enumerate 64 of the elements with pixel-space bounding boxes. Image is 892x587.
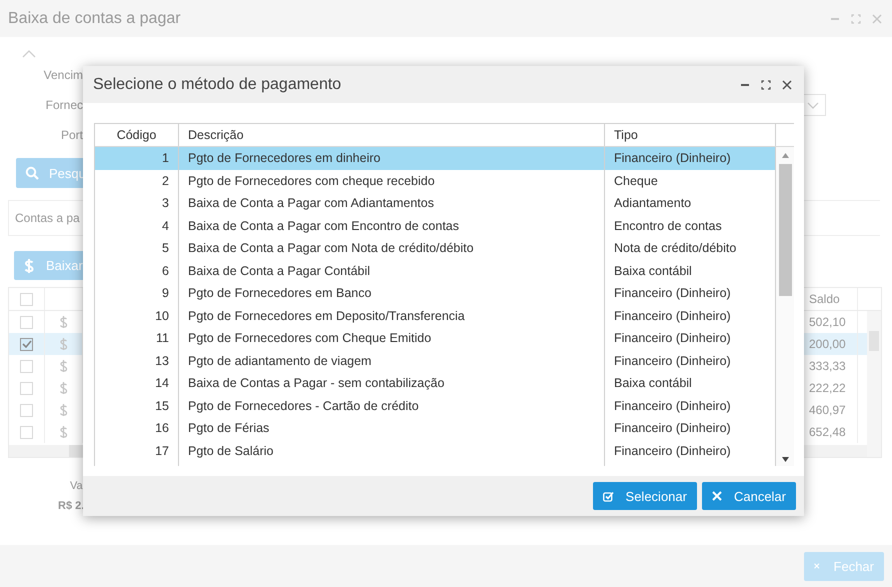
table-cell[interactable]: Pgto de Fornecedores com cheque recebido: [179, 170, 605, 192]
table-cell[interactable]: Pgto de Fornecedores - Cartão de crédito: [179, 394, 605, 417]
table-cell[interactable]: 17: [95, 440, 179, 462]
table-cell[interactable]: Baixa de Conta a Pagar Contábil: [179, 260, 605, 282]
table-cell[interactable]: Pgto de Fornecedores em Deposito/Transferencia: [179, 304, 605, 327]
field-label: Fornec: [44, 98, 83, 112]
table-cell[interactable]: 4: [95, 214, 179, 237]
total-label: Va: [69, 480, 84, 492]
field-label: Port: [60, 128, 83, 142]
field-label: Vencim: [42, 68, 83, 82]
table-cell[interactable]: Pgto de Salário: [179, 440, 605, 462]
dollar-icon: [59, 403, 68, 417]
search-icon: [25, 166, 39, 180]
caret-up-icon[interactable]: [22, 50, 36, 58]
table-cell[interactable]: 5: [95, 237, 179, 260]
column-header: Saldo: [808, 291, 841, 308]
dollar-icon: [59, 381, 68, 395]
table-cell[interactable]: 11: [95, 327, 179, 350]
table-cell[interactable]: Pgto de adiantamento de viagem: [179, 350, 605, 372]
table-cell[interactable]: Pgto de Fornecedores em Banco: [179, 282, 605, 304]
close-icon: [712, 491, 722, 501]
checkbox[interactable]: [20, 338, 33, 350]
dollar-icon: [59, 359, 68, 373]
close-icon: [814, 561, 820, 571]
table-cell[interactable]: 2: [95, 170, 179, 192]
scroll-up-icon: [782, 153, 788, 158]
table-cell[interactable]: 13: [95, 350, 179, 372]
table-cell[interactable]: Pgto de Fornecedores em dinheiro: [179, 147, 605, 170]
table-cell[interactable]: Baixa de Conta a Pagar com Adiantamentos: [179, 192, 605, 214]
dollar-icon: [59, 337, 68, 351]
dollar-icon: [59, 425, 68, 439]
vertical-scrollbar[interactable]: [776, 147, 794, 466]
table-cell[interactable]: 6: [95, 260, 179, 282]
table-cell[interactable]: Baixa de Contas a Pagar - sem contabilização: [179, 372, 605, 394]
table-cell[interactable]: 9: [95, 282, 179, 304]
window-title: Baixa de contas a pagar: [8, 10, 182, 28]
table-cell-text: 333,33: [808, 358, 847, 375]
table-cell[interactable]: 3: [95, 192, 179, 214]
check-icon: [22, 340, 32, 348]
checkbox-icon: [602, 490, 614, 502]
table-cell-text: 460,97: [808, 402, 847, 419]
maximize-icon[interactable]: [761, 80, 771, 90]
table-cell[interactable]: Pgto de Fornecedores com Cheque Emitido: [179, 327, 605, 350]
table-cell[interactable]: 1: [95, 147, 179, 170]
table-cell[interactable]: Baixa de Conta a Pagar com Nota de crédito/débito: [179, 237, 605, 260]
table-cell[interactable]: 15: [95, 394, 179, 417]
total-value: R$ 2.: [58, 500, 86, 512]
table-cell[interactable]: Pgto de Férias: [179, 417, 605, 440]
table-cell[interactable]: 16: [95, 417, 179, 440]
column-header[interactable]: Tipo: [605, 124, 776, 146]
dialog-title: Selecione o método de pagamento: [93, 76, 342, 94]
table-cell-text: 502,10: [808, 314, 847, 331]
column-header[interactable]: Descrição: [179, 124, 605, 146]
column-header[interactable]: Código: [95, 124, 179, 146]
vertical-scrollbar[interactable]: [867, 311, 881, 457]
dollar-icon: [59, 315, 68, 329]
dollar-icon: [24, 258, 34, 274]
table-cell-text: 652,48: [808, 424, 847, 441]
table-cell-text: 200,00: [808, 336, 847, 353]
table-cell[interactable]: Baixa de Conta a Pagar com Encontro de contas: [179, 214, 605, 237]
table-cell[interactable]: 10: [95, 304, 179, 327]
table-cell[interactable]: 14: [95, 372, 179, 394]
table-cell-text: 222,22: [808, 380, 847, 397]
close-icon[interactable]: [782, 80, 792, 90]
